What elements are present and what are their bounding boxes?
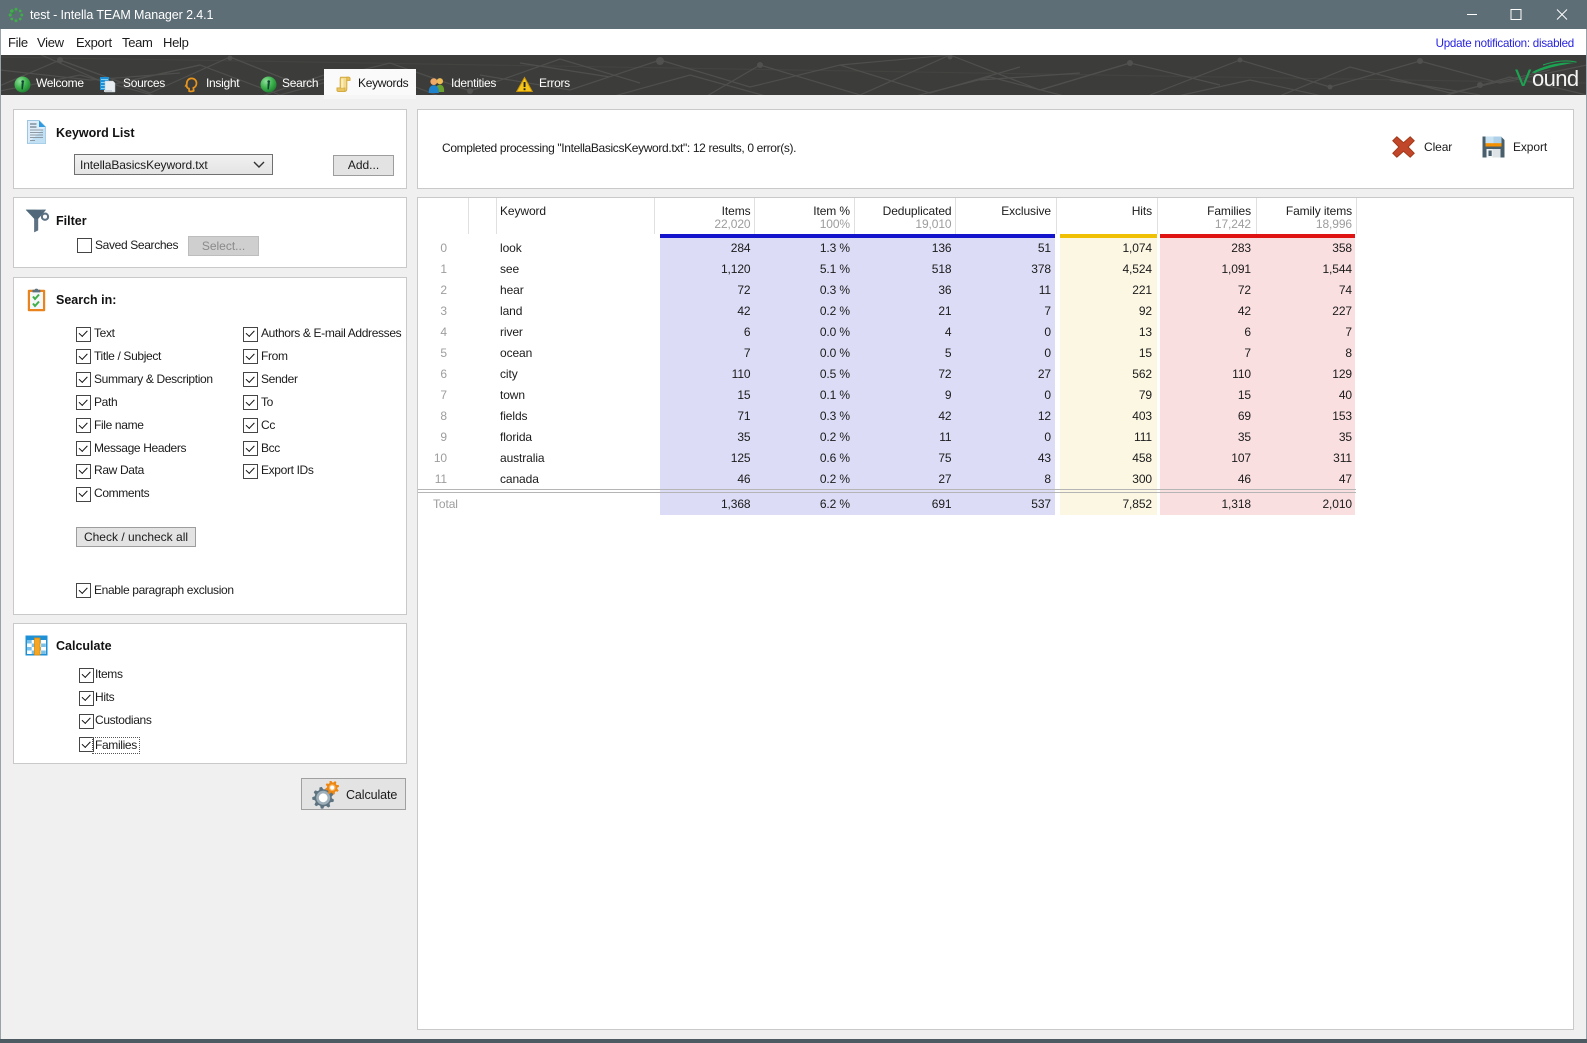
svg-text:V: V (1515, 65, 1532, 92)
